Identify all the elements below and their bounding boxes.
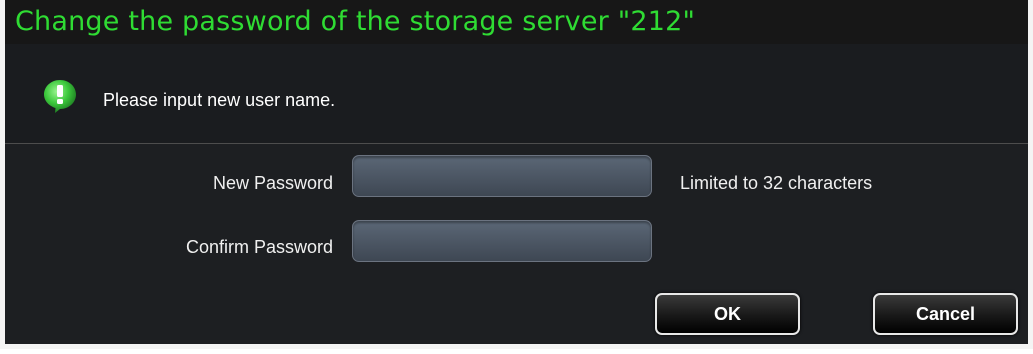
change-password-dialog: Change the password of the storage serve… — [0, 0, 1033, 349]
password-form: New Password Limited to 32 characters Co… — [5, 144, 1028, 344]
new-password-input[interactable] — [352, 155, 652, 197]
dialog-title: Change the password of the storage serve… — [15, 6, 696, 37]
ok-button[interactable]: OK — [655, 293, 800, 335]
confirm-password-input[interactable] — [352, 220, 652, 262]
new-password-label: New Password — [212, 173, 333, 193]
cancel-button[interactable]: Cancel — [873, 293, 1018, 335]
info-exclamation-icon — [44, 80, 76, 113]
info-area: Please input new user name. — [5, 44, 1028, 144]
title-bar: Change the password of the storage serve… — [5, 0, 1028, 44]
confirm-password-label: Confirm Password — [185, 237, 333, 257]
password-limit-hint: Limited to 32 characters — [680, 173, 873, 193]
info-message: Please input new user name. — [103, 90, 336, 110]
